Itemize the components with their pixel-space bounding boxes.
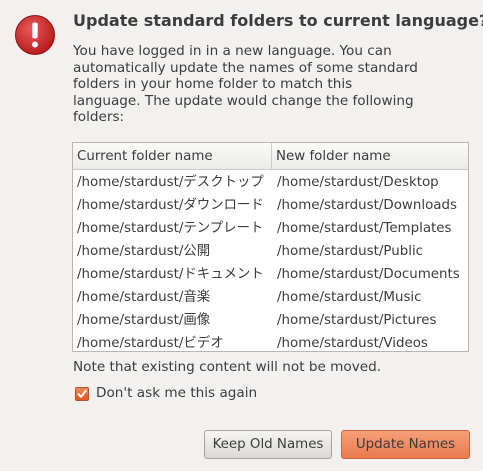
table-row[interactable]: /home/stardust/公開 /home/stardust/Public	[73, 240, 468, 263]
dont-ask-again-label[interactable]: Don't ask me this again	[96, 385, 257, 402]
new-folder-cell: /home/stardust/Public	[277, 244, 424, 259]
current-folder-cell: /home/stardust/テンプレート	[77, 221, 264, 236]
current-folder-cell: /home/stardust/ドキュメント	[77, 267, 264, 282]
table-header: Current folder name New folder name	[73, 143, 468, 170]
table-row[interactable]: /home/stardust/音楽 /home/stardust/Music	[73, 286, 468, 309]
dont-ask-again-checkbox[interactable]	[75, 386, 89, 401]
new-folder-cell: /home/stardust/Templates	[277, 221, 452, 236]
note-text: Note that existing content will not be m…	[73, 359, 382, 375]
current-folder-cell: /home/stardust/画像	[77, 313, 211, 328]
keep-old-names-button[interactable]: Keep Old Names	[204, 430, 332, 459]
table-row[interactable]: /home/stardust/画像 /home/stardust/Picture…	[73, 309, 468, 332]
folder-table: Current folder name New folder name /hom…	[72, 142, 469, 352]
dialog-message: You have logged in in a new language. Yo…	[73, 43, 418, 126]
table-row[interactable]: /home/stardust/ドキュメント /home/stardust/Doc…	[73, 263, 468, 286]
current-folder-cell: /home/stardust/デスクトップ	[77, 175, 264, 190]
table-row[interactable]: /home/stardust/ダウンロード /home/stardust/Dow…	[73, 194, 468, 217]
new-folder-cell: /home/stardust/Music	[277, 290, 422, 305]
current-folder-cell: /home/stardust/ダウンロード	[77, 198, 264, 213]
new-folder-cell: /home/stardust/Desktop	[277, 175, 439, 190]
column-header-current[interactable]: Current folder name	[73, 143, 272, 169]
current-folder-cell: /home/stardust/音楽	[77, 290, 211, 305]
dialog-title: Update standard folders to current langu…	[73, 11, 483, 30]
checkmark-icon	[77, 389, 87, 398]
table-row[interactable]: /home/stardust/デスクトップ /home/stardust/Des…	[73, 171, 468, 194]
new-folder-cell: /home/stardust/Pictures	[277, 313, 437, 328]
dont-ask-again-checkbox-row[interactable]: Don't ask me this again	[75, 385, 257, 402]
new-folder-cell: /home/stardust/Videos	[277, 336, 428, 351]
current-folder-cell: /home/stardust/公開	[77, 244, 211, 259]
update-names-button[interactable]: Update Names	[341, 430, 470, 459]
update-folders-dialog: Update standard folders to current langu…	[0, 0, 483, 471]
new-folder-cell: /home/stardust/Documents	[277, 267, 460, 282]
new-folder-cell: /home/stardust/Downloads	[277, 198, 457, 213]
table-row[interactable]: /home/stardust/テンプレート /home/stardust/Tem…	[73, 217, 468, 240]
table-body: /home/stardust/デスクトップ /home/stardust/Des…	[73, 170, 468, 351]
table-row[interactable]: /home/stardust/ビデオ /home/stardust/Videos	[73, 332, 468, 351]
column-header-new[interactable]: New folder name	[272, 143, 468, 169]
current-folder-cell: /home/stardust/ビデオ	[77, 336, 224, 351]
warning-icon	[14, 14, 56, 56]
